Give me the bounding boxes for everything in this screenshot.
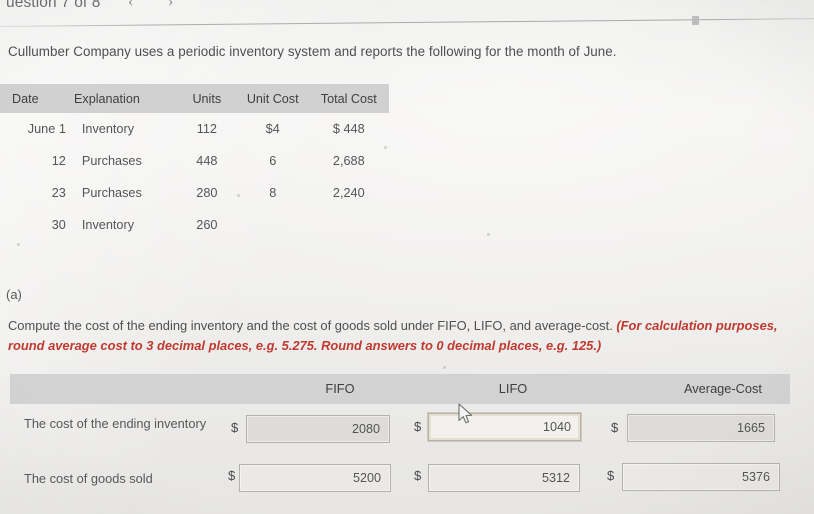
cell-units: 112 (196, 122, 217, 136)
input-fifo-ending-inventory[interactable]: 2080 (246, 415, 390, 443)
cell-total-cost: $ 448 (332, 122, 365, 136)
cell-explanation: Inventory (81, 218, 135, 232)
part-prompt: Compute the cost of the ending inventory… (8, 316, 784, 356)
cell-explanation: Purchases (81, 154, 142, 168)
table-row: 30 Inventory 260 (0, 209, 389, 241)
currency-symbol-fifo-ending-inventory: $ (231, 420, 239, 435)
cell-unit-cost: $4 (265, 122, 280, 136)
cell-explanation: Purchases (81, 186, 142, 200)
question-counter: uestion 7 of 8 (6, 0, 101, 11)
column-header-date: Date (12, 91, 39, 106)
input-value: 5200 (352, 471, 381, 485)
cell-date: 12 (51, 154, 66, 168)
cell-date: 30 (51, 218, 66, 232)
input-fifo-cost-of-goods-sold[interactable]: 5200 (239, 464, 391, 492)
currency-symbol-average-cost-ending-inventory: $ (611, 420, 619, 435)
photo-speck (443, 366, 446, 369)
photo-speck (237, 194, 240, 197)
currency-symbol-fifo-cogs: $ (228, 468, 236, 483)
cell-units: 280 (196, 186, 218, 200)
column-header-lifo: LIFO (498, 381, 528, 396)
scroll-indicator-nub (691, 15, 700, 26)
cell-unit-cost: 6 (269, 154, 277, 168)
table-row: June 1 Inventory 112 $4 $ 448 (0, 113, 389, 145)
currency-symbol-average-cost-cogs: $ (607, 468, 615, 483)
table-row: 12 Purchases 448 6 2,688 (0, 145, 389, 177)
input-value: 1040 (542, 420, 571, 434)
column-header-explanation: Explanation (74, 91, 140, 106)
cell-date: June 1 (27, 122, 66, 136)
input-value: 5312 (541, 471, 570, 485)
input-average-cost-cost-of-goods-sold[interactable]: 5376 (622, 463, 780, 491)
input-lifo-ending-inventory[interactable]: 1040 (428, 413, 581, 441)
column-header-units: Units (192, 91, 222, 106)
photo-speck (487, 233, 490, 236)
row-label-ending-inventory: The cost of the ending inventory (24, 416, 207, 431)
cell-date: 23 (51, 186, 66, 200)
page-content: uestion 7 of 8 ‹ › Cullumber Company use… (0, 0, 814, 514)
inventory-table-header-row: Date Explanation Units Unit Cost Total C… (0, 84, 389, 113)
column-header-total-cost: Total Cost (320, 91, 377, 106)
currency-symbol-lifo-cogs: $ (414, 468, 422, 483)
next-question-icon[interactable]: › (168, 0, 173, 11)
input-average-cost-ending-inventory[interactable]: 1665 (627, 414, 775, 442)
part-label: (a) (6, 287, 22, 302)
photo-speck (17, 243, 20, 246)
question-intro-text: Cullumber Company uses a periodic invent… (8, 44, 617, 59)
prompt-plain-text: Compute the cost of the ending inventory… (8, 318, 617, 333)
input-value: 1665 (736, 421, 765, 435)
column-header-average-cost: Average-Cost (683, 381, 762, 396)
cell-total-cost: 2,688 (332, 154, 365, 168)
column-header-unit-cost: Unit Cost (246, 91, 299, 106)
input-lifo-cost-of-goods-sold[interactable]: 5312 (428, 464, 580, 492)
cell-total-cost: 2,240 (332, 186, 365, 200)
column-header-fifo: FIFO (325, 381, 355, 396)
cell-unit-cost: 8 (269, 186, 277, 200)
currency-symbol-lifo-ending-inventory: $ (414, 419, 422, 434)
row-label-cost-of-goods-sold: The cost of goods sold (24, 471, 153, 486)
answer-table-header-band: FIFO LIFO Average-Cost (10, 374, 790, 404)
cell-explanation: Inventory (81, 122, 135, 136)
input-value: 2080 (351, 422, 380, 436)
inventory-table: Date Explanation Units Unit Cost Total C… (0, 84, 389, 241)
previous-question-icon[interactable]: ‹ (128, 0, 133, 11)
table-row: 23 Purchases 280 8 2,240 (0, 177, 389, 209)
photo-speck (384, 146, 387, 149)
input-value: 5376 (741, 470, 770, 484)
cell-units: 448 (196, 154, 218, 168)
cell-units: 260 (196, 218, 218, 232)
